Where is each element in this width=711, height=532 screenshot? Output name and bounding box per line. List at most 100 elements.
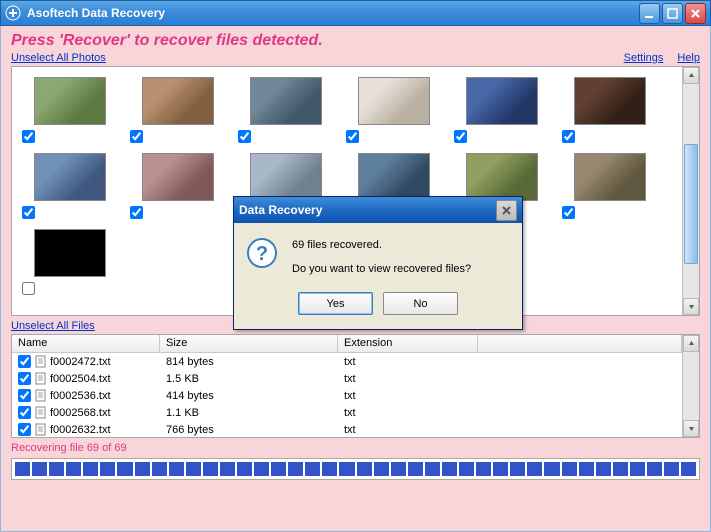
file-name: f0002536.txt	[50, 390, 111, 402]
scroll-thumb[interactable]	[684, 144, 698, 264]
photo-thumbnail[interactable]	[358, 77, 430, 125]
file-scroll-up-arrow-icon[interactable]	[683, 335, 699, 352]
photo-item[interactable]	[340, 73, 448, 149]
column-header-name[interactable]: Name	[12, 335, 160, 352]
column-header-extension[interactable]: Extension	[338, 335, 478, 352]
file-checkbox[interactable]	[18, 423, 31, 436]
photo-checkbox[interactable]	[562, 130, 575, 143]
column-header-size[interactable]: Size	[160, 335, 338, 352]
window-titlebar: Asoftech Data Recovery	[0, 0, 711, 26]
progress-segment	[254, 462, 269, 476]
scroll-up-arrow-icon[interactable]	[683, 67, 699, 84]
photo-scrollbar[interactable]	[682, 67, 699, 315]
photo-item[interactable]	[16, 73, 124, 149]
progress-segment	[203, 462, 218, 476]
progress-segment	[596, 462, 611, 476]
progress-segment	[305, 462, 320, 476]
table-row[interactable]: f0002632.txt766 bytestxt	[12, 421, 682, 437]
photo-thumbnail[interactable]	[574, 153, 646, 201]
photo-thumbnail[interactable]	[250, 77, 322, 125]
cell-extension: txt	[338, 424, 478, 436]
settings-link[interactable]: Settings	[624, 52, 664, 64]
photo-thumbnail[interactable]	[34, 153, 106, 201]
photo-thumbnail[interactable]	[466, 77, 538, 125]
photo-checkbox[interactable]	[130, 130, 143, 143]
photo-item[interactable]	[124, 73, 232, 149]
photo-checkbox[interactable]	[346, 130, 359, 143]
photo-thumbnail[interactable]	[34, 77, 106, 125]
photo-item[interactable]	[124, 149, 232, 225]
progress-segment	[186, 462, 201, 476]
photo-item[interactable]	[448, 73, 556, 149]
file-rows: f0002472.txt814 bytestxtf0002504.txt1.5 …	[12, 353, 682, 437]
photo-thumbnail[interactable]	[250, 153, 322, 201]
photo-thumbnail[interactable]	[574, 77, 646, 125]
file-list-area: Name Size Extension f0002472.txt814 byte…	[11, 334, 700, 438]
photo-checkbox[interactable]	[22, 130, 35, 143]
photo-checkbox[interactable]	[562, 206, 575, 219]
photo-item[interactable]	[556, 73, 664, 149]
file-scroll-track[interactable]	[683, 352, 699, 420]
photo-item[interactable]	[16, 225, 124, 301]
dialog-buttons: Yes No	[234, 292, 522, 329]
cell-size: 414 bytes	[160, 390, 338, 402]
top-links-row: Unselect All Photos Settings Help	[11, 52, 700, 64]
progress-segment	[271, 462, 286, 476]
minimize-button[interactable]	[639, 3, 660, 24]
file-table: Name Size Extension f0002472.txt814 byte…	[12, 335, 682, 437]
photo-thumbnail[interactable]	[34, 229, 106, 277]
photo-item[interactable]	[556, 149, 664, 225]
file-scroll-down-arrow-icon[interactable]	[683, 420, 699, 437]
photo-checkbox[interactable]	[238, 130, 251, 143]
dialog-close-button[interactable]	[496, 200, 517, 221]
table-row[interactable]: f0002536.txt414 bytestxt	[12, 387, 682, 404]
file-scrollbar[interactable]	[682, 335, 699, 437]
progress-segment	[135, 462, 150, 476]
progress-segment	[220, 462, 235, 476]
table-row[interactable]: f0002472.txt814 bytestxt	[12, 353, 682, 370]
progress-segment	[681, 462, 696, 476]
progress-segment	[339, 462, 354, 476]
help-link[interactable]: Help	[677, 52, 700, 64]
progress-segment	[579, 462, 594, 476]
file-checkbox[interactable]	[18, 406, 31, 419]
file-checkbox[interactable]	[18, 389, 31, 402]
progress-segment	[357, 462, 372, 476]
file-checkbox[interactable]	[18, 372, 31, 385]
photo-checkbox[interactable]	[22, 206, 35, 219]
scroll-down-arrow-icon[interactable]	[683, 298, 699, 315]
maximize-button[interactable]	[662, 3, 683, 24]
photo-thumbnail[interactable]	[142, 77, 214, 125]
photo-thumbnail[interactable]	[142, 153, 214, 201]
dialog-titlebar: Data Recovery	[234, 197, 522, 223]
dialog-body: ? 69 files recovered. Do you want to vie…	[234, 223, 522, 292]
unselect-all-photos-link[interactable]: Unselect All Photos	[11, 52, 106, 64]
photo-checkbox[interactable]	[130, 206, 143, 219]
photo-item[interactable]	[16, 149, 124, 225]
photo-item[interactable]	[232, 73, 340, 149]
no-button[interactable]: No	[383, 292, 458, 315]
table-row[interactable]: f0002504.txt1.5 KBtxt	[12, 370, 682, 387]
cell-size: 1.1 KB	[160, 407, 338, 419]
photo-checkbox[interactable]	[454, 130, 467, 143]
file-checkbox[interactable]	[18, 355, 31, 368]
yes-button[interactable]: Yes	[298, 292, 373, 315]
progress-segment	[664, 462, 679, 476]
photo-thumbnail[interactable]	[358, 153, 430, 201]
unselect-all-files-link[interactable]: Unselect All Files	[11, 320, 95, 332]
photo-checkbox[interactable]	[22, 282, 35, 295]
photo-thumbnail[interactable]	[466, 153, 538, 201]
progress-segment	[32, 462, 47, 476]
file-icon	[34, 389, 47, 402]
cell-extension: txt	[338, 356, 478, 368]
progress-segment	[442, 462, 457, 476]
progress-segment	[562, 462, 577, 476]
progress-bar	[11, 458, 700, 480]
cell-name: f0002504.txt	[12, 372, 160, 385]
progress-segment	[630, 462, 645, 476]
close-button[interactable]	[685, 3, 706, 24]
file-icon	[34, 406, 47, 419]
table-row[interactable]: f0002568.txt1.1 KBtxt	[12, 404, 682, 421]
progress-segment	[493, 462, 508, 476]
scroll-track[interactable]	[683, 84, 699, 298]
